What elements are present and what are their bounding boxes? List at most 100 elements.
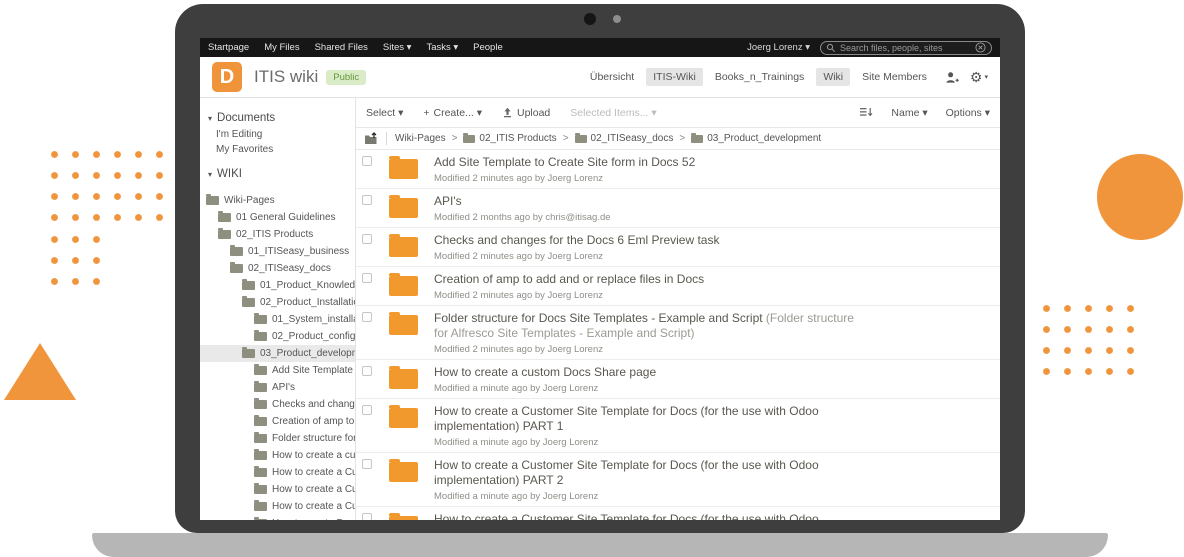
row-checkbox[interactable] [362,459,372,469]
row-checkbox[interactable] [362,195,372,205]
folder-icon [254,502,267,511]
folder-thumbnail-icon[interactable] [389,237,418,257]
breadcrumb: Wiki-Pages > 02_ITIS Products > 02_ITISe… [356,128,1000,150]
row-checkbox[interactable] [362,234,372,244]
row-checkbox[interactable] [362,156,372,166]
tree-item-label: 02_ITISeasy_docs [248,263,331,274]
folder-thumbnail-icon[interactable] [389,408,418,428]
settings-gear-icon[interactable]: ⚙ ▾ [970,70,988,84]
site-logo[interactable]: D [212,62,242,92]
nav-startpage[interactable]: Startpage [208,42,249,53]
nav-people[interactable]: People [473,42,503,53]
folder-title-link[interactable]: How to create a Customer Site Template f… [434,404,859,434]
sidebar-item-im-editing[interactable]: I'm Editing [200,127,355,142]
nav-shared-files[interactable]: Shared Files [315,42,368,53]
folder-thumbnail-icon[interactable] [389,315,418,335]
breadcrumb-folder[interactable]: 02_ITISeasy_docs [575,133,674,144]
breadcrumb-root[interactable]: Wiki-Pages [395,133,446,144]
tree-item[interactable]: How to create a Cust [200,481,355,498]
tab-wiki[interactable]: Wiki [816,68,850,86]
row-checkbox[interactable] [362,312,372,322]
row-checkbox[interactable] [362,405,372,415]
nav-my-files[interactable]: My Files [264,42,299,53]
folder-title-link[interactable]: Checks and changes for the Docs 6 Eml Pr… [434,233,859,248]
row-checkbox[interactable] [362,366,372,376]
folder-icon [463,135,475,143]
folder-title-link[interactable]: Creation of amp to add and or replace fi… [434,272,859,287]
folder-icon [230,247,243,256]
folder-thumbnail-icon[interactable] [389,516,418,520]
title-text: Folder structure for Docs Site Templates… [434,311,763,325]
site-nav: Übersicht ITIS-Wiki Books_n_Trainings Wi… [583,68,988,86]
tree-item[interactable]: How to create a cust [200,447,355,464]
folder-icon [206,196,219,205]
tree-item[interactable]: 01_ITISeasy_business [200,243,355,260]
breadcrumb-folder[interactable]: 03_Product_development [691,133,821,144]
nav-tasks-menu[interactable]: Tasks ▾ [426,42,458,53]
upload-button[interactable]: Upload [502,107,550,119]
tree-item[interactable]: 01_Product_Knowledge [200,277,355,294]
tree-item[interactable]: Folder structure for D [200,430,355,447]
tree-item[interactable]: How to create a Cust [200,498,355,515]
folder-thumbnail-icon[interactable] [389,462,418,482]
sidebar-item-my-favorites[interactable]: My Favorites [200,142,355,157]
folder-title-link[interactable]: Folder structure for Docs Site Templates… [434,311,859,341]
folder-title-link[interactable]: How to create a custom Docs Share page [434,365,859,380]
modified-info: Modified a minute ago by Joerg Lorenz [434,383,992,394]
sidebar-section-wiki[interactable]: ▾ WIKI [200,166,355,183]
folder-icon [254,400,267,409]
tab-books-n-trainings[interactable]: Books_n_Trainings [708,68,812,86]
tab-uebersicht[interactable]: Übersicht [583,68,641,86]
options-menu-button[interactable]: Options ▾ [946,107,990,119]
folder-title-link[interactable]: How to create a Customer Site Template f… [434,512,859,520]
folder-title-link[interactable]: How to create a Customer Site Template f… [434,458,859,488]
nav-sites-menu[interactable]: Sites ▾ [383,42,412,53]
tree-item[interactable]: 02_ITISeasy_docs [200,260,355,277]
folder-title-link[interactable]: API's [434,194,859,209]
breadcrumb-folder[interactable]: 02_ITIS Products [463,133,556,144]
tree-item[interactable]: 01 General Guidelines [200,209,355,226]
folder-thumbnail-icon[interactable] [389,198,418,218]
row-checkbox[interactable] [362,273,372,283]
gear-glyph: ⚙ [970,70,983,84]
select-menu-button[interactable]: Select ▾ [366,107,403,119]
search-input[interactable] [840,43,971,53]
folder-icon [218,230,231,239]
folder-title-link[interactable]: Add Site Template to Create Site form in… [434,155,859,170]
row-checkbox[interactable] [362,513,372,520]
folder-thumbnail-icon[interactable] [389,369,418,389]
create-menu-button[interactable]: + Create... ▾ [423,107,482,119]
folder-up-icon[interactable] [364,132,378,145]
tree-item-selected[interactable]: 03_Product_developme [200,345,355,362]
tree-item[interactable]: Checks and changes [200,396,355,413]
sidebar-section-documents[interactable]: ▾ Documents [200,110,355,127]
folder-thumbnail-icon[interactable] [389,276,418,296]
tree-item[interactable]: How to create a Cust [200,464,355,481]
tree-item[interactable]: Creation of amp to a [200,413,355,430]
tree-item[interactable]: Add Site Template to [200,362,355,379]
tree-item-label: How to create a Cust [272,467,355,478]
sort-field-button[interactable]: Name ▾ [891,107,927,119]
tree-item[interactable]: 02_ITIS Products [200,226,355,243]
selected-items-button[interactable]: Selected Items... ▾ [570,107,656,119]
tree-item-label: 01 General Guidelines [236,212,336,223]
divider [386,132,387,145]
tree-item[interactable]: How to create Docs F [200,515,355,520]
visibility-badge: Public [326,70,366,85]
tree-item-wiki-pages[interactable]: Wiki-Pages [200,192,355,209]
folder-icon [254,451,267,460]
tab-itis-wiki[interactable]: ITIS-Wiki [646,68,703,86]
modified-info: Modified 2 months ago by chris@itisag.de [434,212,992,223]
search-clear-icon[interactable] [975,42,986,53]
tree-item[interactable]: 02_Product_Installation_ [200,294,355,311]
top-navbar: Startpage My Files Shared Files Sites ▾ … [200,38,1000,57]
tree-item[interactable]: API's [200,379,355,396]
user-menu[interactable]: Joerg Lorenz ▾ [747,42,810,53]
modified-info: Modified 2 minutes ago by Joerg Lorenz [434,290,992,301]
tree-item[interactable]: 01_System_installatio [200,311,355,328]
folder-thumbnail-icon[interactable] [389,159,418,179]
add-user-icon[interactable] [945,71,959,84]
tree-item[interactable]: 02_Product_configur [200,328,355,345]
sort-order-icon[interactable] [860,107,873,118]
tab-site-members[interactable]: Site Members [855,68,934,86]
